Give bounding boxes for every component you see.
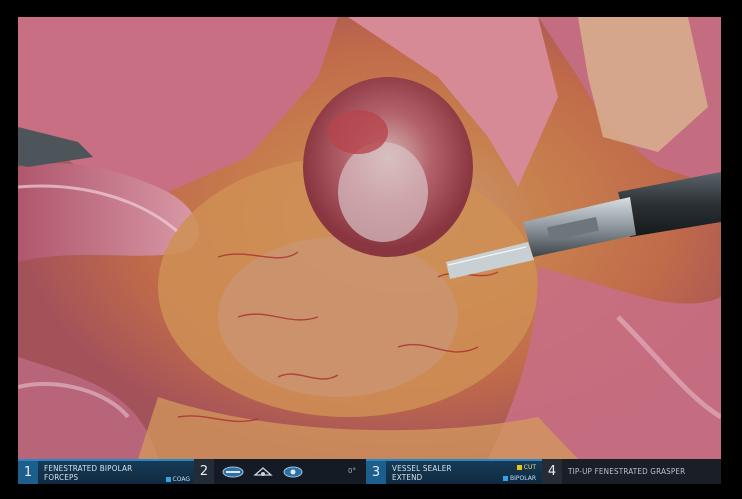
arm-instrument-label: FENESTRATED BIPOLAR FORCEPS bbox=[44, 464, 132, 482]
arm-number: 1 bbox=[18, 461, 38, 484]
energy-mode-cut: CUT bbox=[516, 464, 536, 471]
cut-square-icon bbox=[516, 465, 522, 470]
arm-2-camera-panel[interactable]: 2 0° bbox=[194, 459, 366, 484]
camera-icons bbox=[222, 465, 304, 479]
instrument-status-bar: 1 FENESTRATED BIPOLAR FORCEPS COAG 2 0° … bbox=[18, 459, 721, 484]
arm-4-panel[interactable]: 4 TIP-UP FENESTRATED GRASPER bbox=[542, 459, 721, 484]
light-icon bbox=[253, 466, 273, 476]
instrument-name-line-1: FENESTRATED BIPOLAR bbox=[44, 463, 133, 473]
surgical-console-display: 1 FENESTRATED BIPOLAR FORCEPS COAG 2 0° … bbox=[0, 0, 742, 499]
energy-mode-bipolar: BIPOLAR bbox=[503, 475, 536, 482]
zoom-icon bbox=[283, 466, 303, 477]
camera-angle-readout: 0° bbox=[348, 467, 356, 475]
endoscope-video-feed bbox=[18, 17, 721, 459]
bipolar-square-icon bbox=[503, 476, 509, 481]
arm-3-panel[interactable]: 3 VESSEL SEALER EXTEND CUT BIPOLAR bbox=[366, 459, 542, 484]
arm-number: 4 bbox=[542, 459, 562, 484]
instrument-name-line-1: TIP-UP FENESTRATED GRASPER bbox=[568, 467, 686, 476]
instrument-name-line-2: FORCEPS bbox=[44, 472, 79, 482]
instrument-name-line-2: EXTEND bbox=[392, 472, 423, 482]
arm-number: 2 bbox=[194, 459, 214, 484]
arm-instrument-label: TIP-UP FENESTRATED GRASPER bbox=[568, 467, 685, 476]
endoscopic-view-image bbox=[18, 17, 721, 459]
arm-instrument-label: VESSEL SEALER EXTEND bbox=[392, 464, 452, 482]
coag-square-icon bbox=[165, 477, 171, 482]
instrument-name-line-1: VESSEL SEALER bbox=[392, 463, 452, 473]
arm-1-panel[interactable]: 1 FENESTRATED BIPOLAR FORCEPS COAG bbox=[18, 459, 194, 484]
scope-icon bbox=[222, 466, 244, 477]
energy-mode-coag: COAG bbox=[165, 476, 190, 483]
arm-number: 3 bbox=[366, 461, 386, 484]
